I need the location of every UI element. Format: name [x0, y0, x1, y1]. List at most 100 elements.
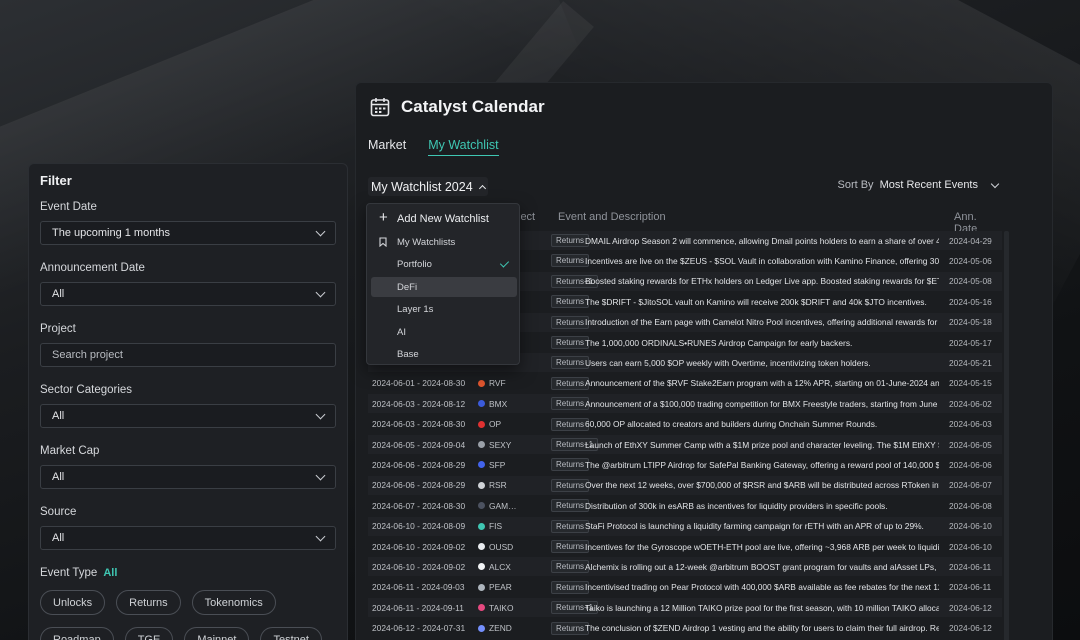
project-search-input[interactable]	[52, 349, 324, 361]
chevron-down-icon	[315, 409, 326, 419]
chip-unlocks[interactable]: Unlocks	[40, 590, 106, 615]
project-logo-icon	[478, 543, 485, 550]
announcement-date: 2024-06-02	[949, 398, 992, 409]
event-description: Alchemix is rolling out a 12-week @arbit…	[585, 561, 939, 572]
announcement-date: 2024-06-08	[949, 500, 992, 511]
event-date-label: Event Date	[40, 201, 97, 213]
table-row[interactable]: 2024-06-10 - 2024-09-02 ALCX Returns Alchem…	[368, 557, 1002, 577]
project-cell[interactable]: ZEND	[478, 623, 550, 633]
table-row[interactable]: 2024-06-05 - 2024-09-04 SEXY Returns+1 Laun…	[368, 435, 1002, 454]
event-description: The conclusion of $ZEND Airdrop 1 vestin…	[585, 623, 939, 634]
project-logo-icon	[478, 400, 485, 408]
table-row[interactable]: 2024-06-11 - 2024-09-03 PEAR Returns Incent…	[368, 578, 1002, 597]
sector-select[interactable]: All	[40, 404, 336, 428]
watchlist-item-ai[interactable]: AI	[371, 322, 517, 342]
table-row[interactable]: 2024-06-07 - 2024-08-30 GAM… Returns Distri…	[368, 496, 1002, 515]
event-type-badge: Returns	[551, 560, 590, 574]
project-cell[interactable]: SEXY	[478, 440, 550, 450]
chip-mainnet[interactable]: Mainnet	[184, 627, 250, 640]
project-logo-icon	[478, 563, 485, 571]
table-row[interactable]: 2024-06-03 - 2024-08-30 OP Returns 60,000 O…	[368, 415, 1002, 434]
announcement-date: 2024-06-03	[949, 419, 992, 430]
tab-market[interactable]: Market	[368, 138, 406, 156]
event-type-badge: Returns	[551, 234, 590, 247]
event-description: 60,000 OP allocated to creators and buil…	[585, 419, 878, 430]
project-cell[interactable]: FIS	[478, 521, 550, 531]
chip-tokenomics[interactable]: Tokenomics	[191, 590, 276, 615]
sort-value: Most Recent Events	[879, 179, 978, 191]
project-ticker: ZEND	[489, 623, 512, 634]
table-row[interactable]: 2024-06-03 - 2024-08-12 BMX Returns Announc…	[368, 394, 1002, 414]
tab-bar: Market My Watchlist	[368, 138, 499, 156]
table-row[interactable]: 2024-06-10 - 2024-09-02 OUSD Returns Incent…	[368, 537, 1002, 556]
sector-value: All	[52, 410, 65, 422]
project-cell[interactable]: GAM…	[478, 501, 550, 511]
project-cell[interactable]: RVF	[478, 378, 550, 388]
project-cell[interactable]: ALCX	[478, 562, 550, 572]
event-date-select[interactable]: The upcoming 1 months	[40, 221, 336, 245]
project-ticker: RSR	[489, 480, 507, 491]
event-description: The $DRIFT - $JitoSOL vault on Kamino wi…	[585, 296, 927, 307]
project-cell[interactable]: OUSD	[478, 542, 550, 552]
table-row[interactable]: 2024-06-01 - 2024-08-30 RVF Returns Announc…	[368, 374, 1002, 393]
event-type-badge: Returns	[551, 356, 590, 370]
announcement-date: 2024-05-21	[949, 357, 992, 368]
sort-label: Sort By	[837, 179, 874, 191]
announcement-date: 2024-06-10	[949, 541, 992, 552]
table-row[interactable]: 2024-06-11 - 2024-09-11 TAIKO Returns+1 Tai…	[368, 598, 1002, 618]
project-logo-icon	[478, 420, 485, 428]
event-type-badge: Returns	[551, 519, 590, 533]
project-logo-icon	[478, 604, 485, 612]
chip-tge[interactable]: TGE	[124, 627, 174, 640]
announcement-date: 2024-06-06	[949, 459, 992, 470]
watchlist-item-portfolio[interactable]: Portfolio	[371, 254, 517, 274]
watchlist-item-layer1s[interactable]: Layer 1s	[371, 299, 517, 319]
announcement-date-value: All	[52, 288, 65, 300]
chip-returns[interactable]: Returns	[116, 590, 181, 615]
project-ticker: TAIKO	[489, 602, 514, 613]
event-type-row: Event Type All	[40, 567, 336, 579]
event-date-range: 2024-06-07 - 2024-08-30	[372, 500, 466, 511]
announcement-date: 2024-06-05	[949, 439, 992, 450]
chevron-down-icon	[315, 531, 326, 541]
project-ticker: OP	[489, 419, 502, 430]
table-row[interactable]: 2024-06-06 - 2024-08-29 SFP Returns The @ar…	[368, 455, 1002, 474]
project-ticker: ALCX	[489, 561, 511, 572]
project-cell[interactable]: RSR	[478, 480, 550, 490]
project-cell[interactable]: OP	[478, 419, 550, 429]
announcement-date: 2024-05-15	[949, 378, 992, 389]
watchlist-item-defi[interactable]: DeFi	[371, 277, 517, 297]
project-cell[interactable]: SFP	[478, 460, 550, 470]
chip-testnet[interactable]: Testnet	[260, 627, 322, 640]
event-date-range: 2024-06-12 - 2024-07-31	[372, 623, 466, 634]
market-cap-value: All	[52, 471, 65, 483]
scrollbar[interactable]	[1004, 231, 1009, 640]
announcement-date-select[interactable]: All	[40, 282, 336, 306]
table-row[interactable]: 2024-06-10 - 2024-08-09 FIS Returns StaFi P…	[368, 516, 1002, 536]
event-description: The @arbitrum LTIPP Airdrop for SafePal …	[585, 459, 939, 470]
market-cap-select[interactable]: All	[40, 465, 336, 489]
check-icon	[499, 258, 510, 268]
table-row[interactable]: 2024-06-12 - 2024-07-31 ZEND Returns The co…	[368, 619, 1002, 638]
sort-control[interactable]: Sort By Most Recent Events	[837, 179, 1000, 191]
watchlist-item-base[interactable]: Base	[371, 344, 517, 364]
add-watchlist-button[interactable]: + Add New Watchlist	[371, 208, 517, 230]
event-description: The 1,000,000 ORDINALS•RUNES Airdrop Cam…	[585, 337, 853, 348]
event-date-range: 2024-06-10 - 2024-09-02	[372, 541, 466, 552]
tab-my-watchlist[interactable]: My Watchlist	[428, 138, 499, 156]
watchlist-item-label: Portfolio	[397, 258, 432, 270]
table-row[interactable]: 2024-06-06 - 2024-08-29 RSR Returns Over th…	[368, 475, 1002, 495]
calendar-icon	[370, 98, 390, 117]
event-type-badge: Returns	[551, 336, 590, 349]
source-select[interactable]: All	[40, 526, 336, 550]
watchlist-selector[interactable]: My Watchlist 2024	[368, 177, 488, 196]
chip-roadmap[interactable]: Roadmap	[40, 627, 114, 640]
project-cell[interactable]: BMX	[478, 399, 550, 409]
announcement-date: 2024-06-11	[949, 582, 992, 593]
event-description: Over the next 12 weeks, over $700,000 of…	[585, 480, 939, 491]
project-cell[interactable]: PEAR	[478, 582, 550, 592]
filter-title: Filter	[40, 173, 72, 188]
announcement-date: 2024-06-07	[949, 480, 992, 491]
event-type-all-link[interactable]: All	[103, 567, 117, 579]
project-cell[interactable]: TAIKO	[478, 603, 550, 613]
